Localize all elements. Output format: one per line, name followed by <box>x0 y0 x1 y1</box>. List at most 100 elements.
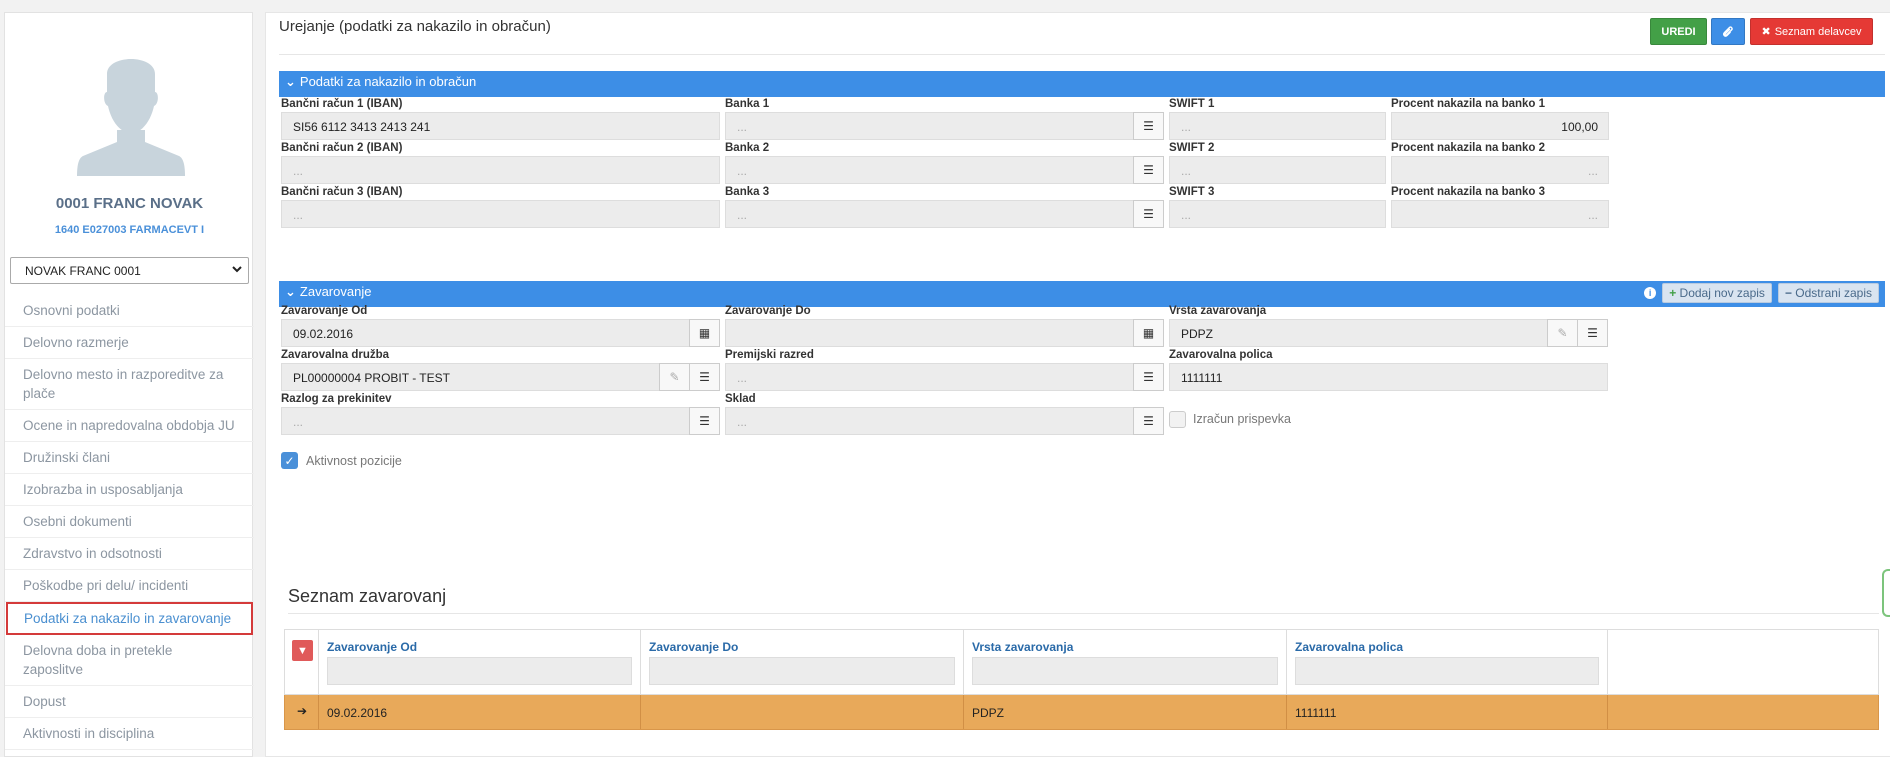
column-title[interactable]: Zavarovanje Do <box>649 640 738 654</box>
premium-class-field[interactable]: ... ☰ <box>725 363 1164 391</box>
side-handle[interactable] <box>1882 569 1890 617</box>
edit-button[interactable]: UREDI <box>1650 18 1707 45</box>
column-title[interactable]: Zavarovanje Od <box>327 640 417 654</box>
termination-reason-field[interactable]: ... ☰ <box>281 407 720 435</box>
swift-label: SWIFT 3 <box>1169 186 1215 198</box>
table-cell: 1111111 <box>1287 695 1608 729</box>
payment-section-header[interactable]: ⌄ Podatki za nakazilo in obračun <box>279 71 1885 97</box>
sidebar-item[interactable]: Dopust <box>5 686 254 718</box>
premium-class-label: Premijski razred <box>725 349 814 361</box>
insurance-grid: ▼ Zavarovanje Od Zavarovanje Do Vrsta zava… <box>284 629 1879 730</box>
grid-header: ▼ Zavarovanje Od Zavarovanje Do Vrsta zava… <box>284 629 1879 695</box>
table-row[interactable]: ➔ 09.02.2016 PDPZ 1111111 <box>284 695 1879 730</box>
insurance-section-header[interactable]: ⌄ Zavarovanje i + Dodaj nov zapis − Odstr… <box>279 281 1885 307</box>
grid-column-header: Vrsta zavarovanja <box>964 630 1287 694</box>
page-title: Urejanje (podatki za nakazilo in obračun… <box>279 18 551 35</box>
main-panel: Urejanje (podatki za nakazilo in obračun… <box>265 12 1890 757</box>
contribution-label: Izračun prispevka <box>1193 412 1291 426</box>
swift-field[interactable]: ... <box>1169 156 1386 184</box>
iban-label: Bančni račun 3 (IBAN) <box>281 186 403 198</box>
fund-field[interactable]: ... ☰ <box>725 407 1164 435</box>
column-title[interactable]: Vrsta zavarovanja <box>972 640 1073 654</box>
sidebar-item[interactable]: Delovno razmerje <box>5 327 254 359</box>
divider <box>279 54 1885 55</box>
swift-field[interactable]: ... <box>1169 200 1386 228</box>
iban-field[interactable]: SI56 6112 3413 2413 241 <box>281 112 720 140</box>
list-icon[interactable]: ☰ <box>689 407 720 435</box>
active-position-checkbox[interactable]: ✓ <box>281 452 298 469</box>
percent-field[interactable]: 100,00 <box>1391 112 1609 140</box>
list-icon[interactable]: ☰ <box>1133 363 1164 391</box>
list-icon[interactable]: ☰ <box>1133 156 1164 184</box>
sidebar-item[interactable]: Podatki za nakazilo in zavarovanje <box>6 602 253 635</box>
sidebar-item[interactable]: Aktivnosti in disciplina <box>5 718 254 750</box>
grid-filter-cell: ▼ <box>285 630 319 694</box>
chevron-down-icon: ⌄ <box>285 284 296 299</box>
bank-field[interactable]: ... ☰ <box>725 156 1164 184</box>
filter-icon[interactable]: ▼ <box>292 640 313 661</box>
fund-label: Sklad <box>725 393 756 405</box>
iban-field[interactable]: ... <box>281 200 720 228</box>
contribution-checkbox[interactable] <box>1169 411 1186 428</box>
list-icon[interactable]: ☰ <box>1133 112 1164 140</box>
eraser-icon[interactable]: ✎ <box>659 363 690 391</box>
table-cell: PDPZ <box>964 695 1287 729</box>
bank-label: Banka 2 <box>725 142 770 154</box>
insurance-from-label: Zavarovanje Od <box>281 305 368 317</box>
eraser-icon[interactable]: ✎ <box>1547 319 1578 347</box>
iban-label: Bančni račun 1 (IBAN) <box>281 98 403 110</box>
insurance-type-field[interactable]: PDPZ ✎ ☰ <box>1169 319 1608 347</box>
list-icon[interactable]: ☰ <box>1133 407 1164 435</box>
column-filter-input[interactable] <box>1295 657 1599 685</box>
column-filter-input[interactable] <box>327 657 632 685</box>
active-position-label: Aktivnost pozicije <box>306 454 402 468</box>
add-record-button[interactable]: + Dodaj nov zapis <box>1662 283 1772 303</box>
calendar-icon[interactable]: ▦ <box>1133 319 1164 347</box>
column-title[interactable]: Zavarovalna polica <box>1295 640 1403 654</box>
policy-field[interactable]: 1111111 <box>1169 363 1608 391</box>
table-cell: 09.02.2016 <box>319 695 641 729</box>
insurance-to-field[interactable]: ▦ <box>725 319 1164 347</box>
sidebar-item[interactable]: Delovna doba in pretekle zaposlitve <box>5 635 254 686</box>
chevron-down-icon: ⌄ <box>285 74 296 89</box>
sidebar-item[interactable]: Osnovni podatki <box>5 295 254 327</box>
bank-label: Banka 1 <box>725 98 770 110</box>
column-filter-input[interactable] <box>649 657 955 685</box>
paperclip-icon <box>1723 25 1733 37</box>
list-icon[interactable]: ☰ <box>1577 319 1608 347</box>
insurance-company-label: Zavarovalna družba <box>281 349 390 361</box>
swift-field[interactable]: ... <box>1169 112 1386 140</box>
plus-icon: + <box>1669 286 1677 300</box>
calendar-icon[interactable]: ▦ <box>689 319 720 347</box>
sidebar-item[interactable]: Ocene in napredovalna obdobja JU <box>5 410 254 442</box>
chevron-down-icon <box>232 263 242 277</box>
attachment-button[interactable] <box>1711 18 1745 45</box>
insurance-to-label: Zavarovanje Do <box>725 305 811 317</box>
column-filter-input[interactable] <box>972 657 1278 685</box>
sidebar-item[interactable]: Družinski člani <box>5 442 254 474</box>
remove-record-button[interactable]: − Odstrani zapis <box>1777 283 1879 303</box>
swift-label: SWIFT 2 <box>1169 142 1215 154</box>
list-icon[interactable]: ☰ <box>1133 200 1164 228</box>
bank-field[interactable]: ... ☰ <box>725 200 1164 228</box>
list-icon[interactable]: ☰ <box>689 363 720 391</box>
sidebar-item[interactable]: Zdravstvo in odsotnosti <box>5 538 254 570</box>
employee-list-button[interactable]: ✖ Seznam delavcev <box>1750 18 1873 45</box>
sidebar-item[interactable]: Poškodbe pri delu/ incidenti <box>5 570 254 602</box>
avatar <box>77 59 185 176</box>
bank-field[interactable]: ... ☰ <box>725 112 1164 140</box>
info-icon[interactable]: i <box>1644 287 1657 299</box>
employee-select[interactable]: NOVAK FRANC 0001 <box>10 257 249 284</box>
percent-field[interactable]: ... <box>1391 156 1609 184</box>
iban-field[interactable]: ... <box>281 156 720 184</box>
insurance-from-field[interactable]: 09.02.2016 ▦ <box>281 319 720 347</box>
grid-column-header: Zavarovanje Do <box>641 630 964 694</box>
percent-field[interactable]: ... <box>1391 200 1609 228</box>
percent-label: Procent nakazila na banko 1 <box>1391 98 1546 110</box>
sidebar-item[interactable]: Osebni dokumenti <box>5 506 254 538</box>
bank-label: Banka 3 <box>725 186 770 198</box>
sidebar-item[interactable]: Delovno mesto in razporeditve za plače <box>5 359 254 410</box>
sidebar-item[interactable]: Izobrazba in usposabljanja <box>5 474 254 506</box>
insurance-company-field[interactable]: PL00000004 PROBIT - TEST ✎ ☰ <box>281 363 720 391</box>
swift-label: SWIFT 1 <box>1169 98 1215 110</box>
